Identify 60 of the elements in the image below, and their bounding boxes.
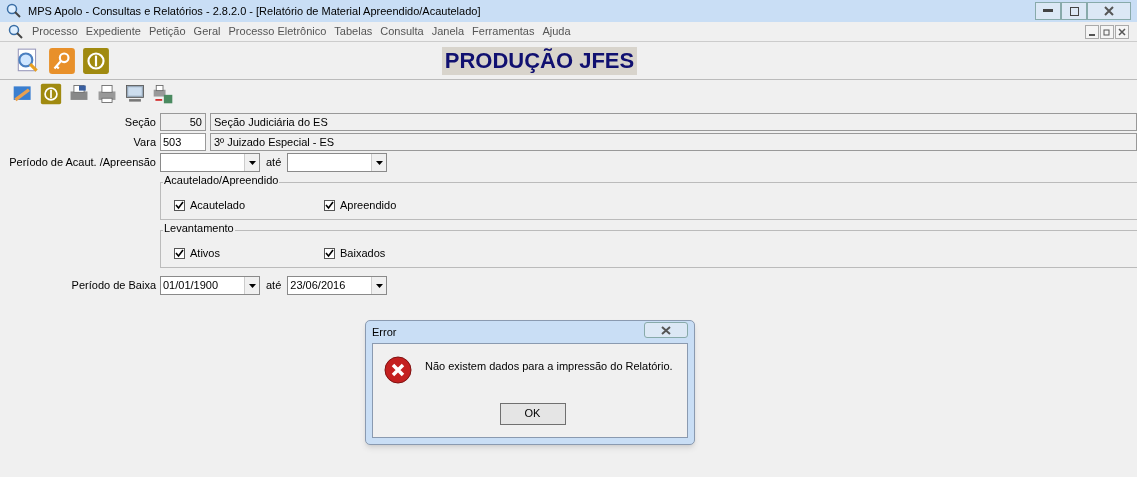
field-label: até [266,278,282,294]
menu-item[interactable]: Tabelas [334,23,373,40]
menu-item[interactable]: Consulta [380,23,424,40]
error-icon [384,356,412,384]
close-button[interactable] [644,322,688,338]
power-icon[interactable] [82,46,110,75]
group-title: Acautelado/Apreendido [163,175,280,186]
minimize-icon [1043,9,1053,13]
printer-icon[interactable] [96,83,118,105]
close-button[interactable] [1087,2,1131,20]
printer-export-icon[interactable] [152,83,174,105]
section-name-field: Seção Judiciária do ES [210,113,1137,131]
checkbox[interactable] [174,199,185,211]
menu-item[interactable]: Processo [32,23,78,40]
close-icon [661,325,671,335]
field-label: até [266,155,282,171]
menu-item[interactable]: Ferramentas [472,23,535,40]
close-icon [1118,27,1126,36]
minimize-button[interactable] [1085,24,1099,39]
field-label: Vara [132,134,156,150]
minimize-button[interactable] [1035,2,1061,20]
ok-button[interactable]: OK [499,402,566,425]
menu-item[interactable]: Processo Eletrônico [228,23,327,40]
close-button[interactable] [1115,24,1129,39]
section-code-field: 50 [160,113,206,131]
group-title: Levantamento [163,223,235,234]
checkbox-label: Apreendido [340,198,397,213]
checkbox[interactable] [324,247,335,259]
close-icon [1104,6,1114,16]
maximize-button[interactable] [1061,2,1087,20]
dialog-title: Error [372,324,397,340]
monitor-icon[interactable] [124,83,146,105]
magnifier-icon [6,3,22,19]
field-label: Período de Acaut. /Apreensão [8,155,156,171]
date-dropdown[interactable]: 01/01/1900 [160,276,260,295]
checkbox[interactable] [174,247,185,259]
maximize-icon [1069,6,1079,16]
checkbox-label: Ativos [190,246,220,261]
checkbox-label: Baixados [340,246,386,261]
date-dropdown[interactable]: 23/06/2016 [287,276,388,295]
error-message: Não existem dados para a impressão do Relatório. [425,359,673,374]
menu-item[interactable]: Janela [431,23,465,40]
checkbox[interactable] [324,199,335,211]
menu-item[interactable]: Expediente [85,23,141,40]
vara-name-field: 3º Juizado Especial - ES [210,133,1137,151]
minimize-icon [1089,33,1095,36]
field-label: Seção [123,114,156,130]
field-label: Período de Baixa [70,278,156,294]
menu-item[interactable]: Petição [148,23,186,40]
power-icon[interactable] [40,83,62,105]
restore-icon [1103,27,1111,36]
menu-item[interactable]: Ajuda [542,23,571,40]
vara-code-field[interactable]: 503 [160,133,206,151]
magnifier-icon [8,23,24,40]
checkbox-label: Acautelado [190,198,246,213]
window-title: MPS Apolo - Consultas e Relatórios - 2.8.2.0 - [Relatório de Material Apreendido/Acautelado] [28,3,482,19]
date-dropdown[interactable] [160,153,260,172]
date-dropdown[interactable] [287,153,388,172]
environment-banner: PRODUÇÃO JFES [441,46,638,75]
menu-item[interactable]: Geral [193,23,221,40]
